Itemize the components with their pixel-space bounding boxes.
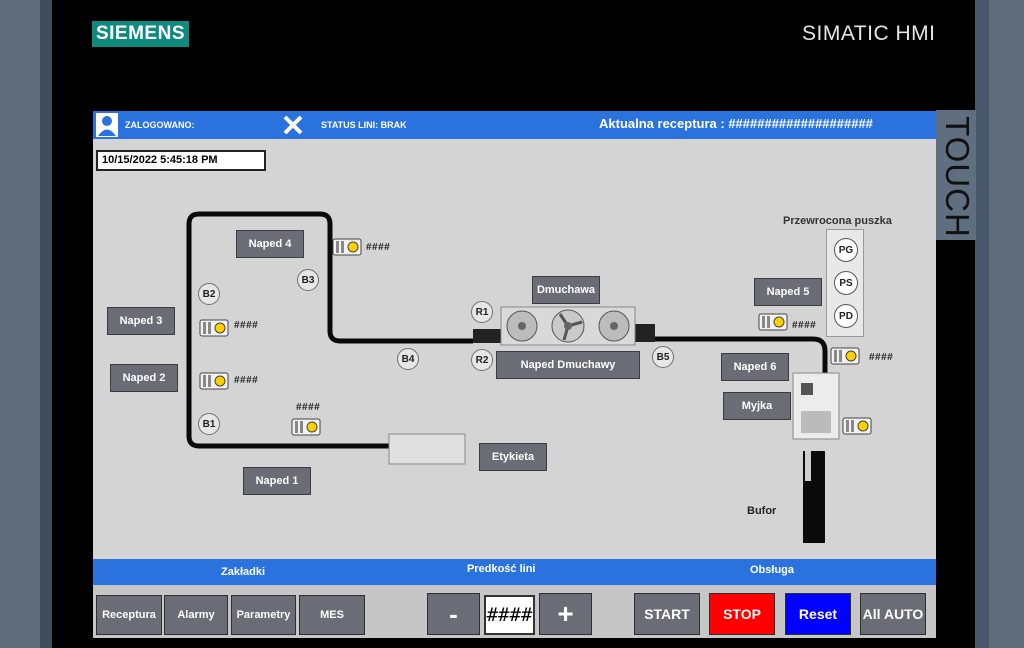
blower-inlet bbox=[473, 329, 501, 343]
motor-icon-myjka[interactable] bbox=[842, 415, 874, 437]
motor-value-naped6: #### bbox=[869, 352, 894, 363]
sensor-r2[interactable]: R2 bbox=[471, 349, 493, 371]
motor-value-naped3: #### bbox=[234, 320, 259, 331]
sensor-b3[interactable]: B3 bbox=[297, 269, 319, 291]
tipped-can-ps[interactable]: PS bbox=[834, 271, 858, 295]
alarmy-button[interactable]: Alarmy bbox=[164, 595, 228, 635]
blower-fans bbox=[506, 309, 630, 343]
speed-plus-button[interactable]: + bbox=[539, 593, 592, 635]
myjka-button[interactable]: Myjka bbox=[723, 392, 791, 420]
washer-grille bbox=[801, 411, 831, 433]
current-recipe: Aktualna receptura : ###################… bbox=[599, 116, 873, 131]
sensor-b2[interactable]: B2 bbox=[198, 283, 220, 305]
bezel-left-inner bbox=[40, 0, 52, 648]
motor-value-naped2: #### bbox=[234, 375, 259, 386]
speed-minus-button[interactable]: - bbox=[427, 593, 480, 635]
motor-value-naped5: #### bbox=[792, 320, 817, 331]
bufor-label: Bufor bbox=[747, 505, 777, 517]
labeler-box bbox=[388, 433, 466, 465]
mes-button[interactable]: MES bbox=[299, 595, 365, 635]
product-name: SIMATIC HMI bbox=[802, 22, 936, 45]
logged-in-label: ZALOGOWANO: bbox=[125, 120, 195, 130]
speed-input[interactable]: #### bbox=[484, 595, 535, 635]
fan-icon-center bbox=[551, 309, 585, 343]
footer-zakladki: Zakładki bbox=[221, 566, 266, 578]
motor-icon-naped4[interactable] bbox=[332, 236, 364, 258]
header-bar: ZALOGOWANO: STATUS LINI: BRAK Aktualna r… bbox=[93, 111, 936, 139]
motor-value-naped1: #### bbox=[296, 402, 321, 413]
etykieta-button[interactable]: Etykieta bbox=[479, 443, 547, 471]
motor-icon-naped6[interactable] bbox=[830, 345, 862, 367]
motor-value-naped4: #### bbox=[366, 242, 391, 253]
naped4-button[interactable]: Naped 4 bbox=[236, 230, 304, 258]
naped1-button[interactable]: Naped 1 bbox=[243, 467, 311, 495]
reset-button[interactable]: Reset bbox=[785, 593, 851, 635]
bezel-right-inner bbox=[975, 0, 989, 648]
datetime-display: 10/15/2022 5:45:18 PM bbox=[96, 150, 266, 171]
touch-label: TOUCH bbox=[939, 116, 976, 238]
bufor-gap bbox=[805, 451, 811, 481]
naped-dmuchawy-button[interactable]: Naped Dmuchawy bbox=[496, 351, 640, 379]
stop-button[interactable]: STOP bbox=[709, 593, 775, 635]
naped5-button[interactable]: Naped 5 bbox=[754, 278, 822, 306]
sensor-b1[interactable]: B1 bbox=[198, 413, 220, 435]
footer-predkosc: Predkość lini bbox=[467, 563, 536, 575]
blower-outlet bbox=[635, 324, 655, 342]
sensor-r1[interactable]: R1 bbox=[471, 301, 493, 323]
line-status-label: STATUS LINI: BRAK bbox=[321, 120, 407, 130]
tipped-can-title: Przewrocona puszka bbox=[783, 215, 892, 227]
naped3-button[interactable]: Naped 3 bbox=[107, 307, 175, 335]
motor-icon-naped3[interactable] bbox=[199, 317, 231, 339]
motor-icon-naped2[interactable] bbox=[199, 370, 231, 392]
footer-obsluga: Obsługa bbox=[750, 564, 795, 576]
naped6-button[interactable]: Naped 6 bbox=[721, 353, 789, 381]
sensor-b5[interactable]: B5 bbox=[652, 346, 674, 368]
dmuchawa-button[interactable]: Dmuchawa bbox=[532, 276, 600, 304]
touch-label-strip: TOUCH bbox=[936, 110, 976, 240]
receptura-button[interactable]: Receptura bbox=[96, 595, 162, 635]
conveyor-left-loop bbox=[186, 211, 473, 449]
user-icon[interactable] bbox=[96, 113, 118, 137]
fan-icon-right bbox=[598, 310, 630, 342]
line-status-x-icon bbox=[283, 115, 303, 135]
motor-icon-naped5[interactable] bbox=[758, 311, 790, 333]
sensor-b4[interactable]: B4 bbox=[397, 348, 419, 370]
tipped-can-pg[interactable]: PG bbox=[834, 238, 858, 262]
motor-icon-naped1[interactable] bbox=[291, 416, 323, 438]
hmi-screen: ZALOGOWANO: STATUS LINI: BRAK Aktualna r… bbox=[93, 111, 936, 638]
tipped-can-pd[interactable]: PD bbox=[834, 304, 858, 328]
fan-icon-left bbox=[506, 310, 538, 342]
tipped-can-panel: PG PS PD bbox=[826, 229, 864, 337]
naped2-button[interactable]: Naped 2 bbox=[110, 364, 178, 392]
washer-detail bbox=[801, 383, 813, 395]
bezel-left bbox=[0, 0, 40, 648]
all-auto-button[interactable]: All AUTO bbox=[860, 593, 926, 635]
parametry-button[interactable]: Parametry bbox=[231, 595, 296, 635]
start-button[interactable]: START bbox=[634, 593, 700, 635]
siemens-logo: SIEMENS bbox=[92, 21, 189, 47]
